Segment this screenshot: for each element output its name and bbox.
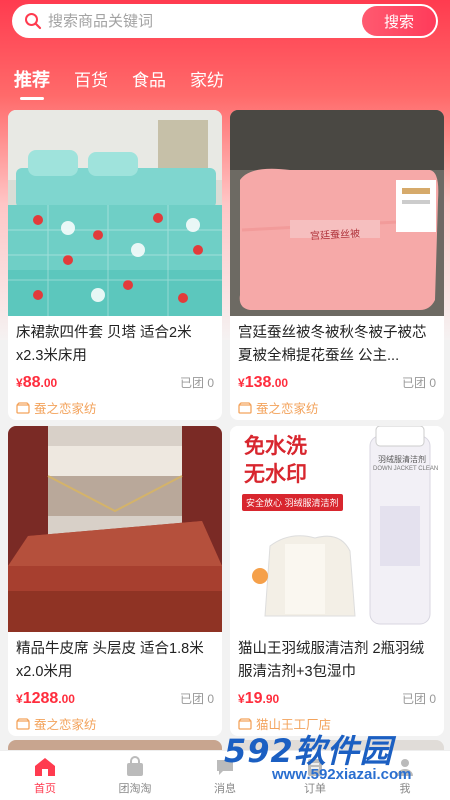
tab-recommend[interactable]: 推荐 (14, 66, 50, 100)
product-title: 猫山王羽绒服清洁剂 2瓶羽绒服清洁剂+3包湿巾 (238, 641, 425, 680)
shop-icon (238, 401, 252, 414)
tab-general-goods[interactable]: 百货 (74, 66, 108, 100)
product-price: ¥1288.00 (16, 690, 75, 707)
product-bottle-en: DOWN JACKET CLEAN (373, 466, 439, 472)
product-image[interactable]: 宫廷蚕丝被 (230, 110, 444, 316)
product-price: ¥88.00 (16, 374, 58, 391)
tabbar-group-buy[interactable]: 团淘淘 (90, 751, 180, 800)
tab-food[interactable]: 食品 (132, 66, 166, 100)
shop-name: 蚕之恋家纺 (34, 718, 97, 732)
shop-name: 蚕之恋家纺 (34, 402, 97, 416)
watermark-url: www.592xiazai.com (272, 766, 412, 783)
product-title: 宫廷蚕丝被冬被秋冬被子被芯夏被全棉提花蚕丝 公主... (238, 325, 427, 364)
product-image[interactable] (8, 426, 222, 632)
sold-count: 已团 0 (401, 376, 436, 390)
shop-link[interactable]: 蚕之恋家纺 (8, 398, 222, 417)
product-card[interactable]: 免水洗 无水印 安全放心 羽绒服清洁剂 羽绒服清洁剂 DOWN JACKET C… (230, 426, 444, 736)
sold-count: 已团 0 (179, 692, 214, 706)
search-bar: 搜索 (12, 4, 438, 38)
shop-link[interactable]: 蚕之恋家纺 (230, 398, 444, 417)
sold-count: 已团 0 (179, 376, 214, 390)
product-image-headline-2: 无水印 (244, 463, 307, 486)
product-card[interactable]: 床裙款四件套 贝塔 适合2米x2.3米床用 ¥88.00 已团 0 蚕之恋家纺 (8, 110, 222, 420)
product-image-label: 宫廷蚕丝被 (309, 228, 361, 243)
search-icon (18, 4, 48, 38)
product-price: ¥138.00 (238, 374, 289, 391)
product-image-headline: 免水洗 (244, 435, 307, 458)
site-watermark: 592软件园 www.592xiazai.com (220, 722, 450, 794)
product-image[interactable]: 免水洗 无水印 安全放心 羽绒服清洁剂 羽绒服清洁剂 DOWN JACKET C… (230, 426, 444, 632)
search-input[interactable] (48, 12, 362, 30)
shop-icon (16, 401, 30, 414)
product-bottle-label: 羽绒服清洁剂 (378, 455, 426, 464)
product-card[interactable]: 精品牛皮席 头层皮 适合1.8米x2.0米用 ¥1288.00 已团 0 蚕之恋… (8, 426, 222, 736)
shop-link[interactable]: 蚕之恋家纺 (8, 714, 222, 733)
bag-icon (127, 755, 143, 776)
category-tabs: 推荐 百货 食品 家纺 (14, 66, 224, 100)
product-title: 床裙款四件套 贝塔 适合2米x2.3米床用 (16, 325, 192, 364)
product-title: 精品牛皮席 头层皮 适合1.8米x2.0米用 (16, 641, 204, 680)
sold-count: 已团 0 (401, 692, 436, 706)
tabbar-label: 首页 (34, 782, 56, 795)
tab-home-textiles[interactable]: 家纺 (190, 66, 224, 100)
home-icon (35, 757, 55, 776)
shop-name: 蚕之恋家纺 (256, 402, 319, 416)
tabbar-home[interactable]: 首页 (0, 751, 90, 800)
tabbar-label: 团淘淘 (118, 782, 152, 795)
shop-icon (16, 717, 30, 730)
search-button[interactable]: 搜索 (362, 6, 436, 36)
product-card[interactable]: 宫廷蚕丝被 宫廷蚕丝被冬被秋冬被子被芯夏被全棉提花蚕丝 公主... ¥138.0… (230, 110, 444, 420)
product-image-tag: 安全放心 羽绒服清洁剂 (242, 494, 343, 511)
product-image[interactable] (8, 110, 222, 316)
product-price: ¥19.90 (238, 690, 280, 707)
